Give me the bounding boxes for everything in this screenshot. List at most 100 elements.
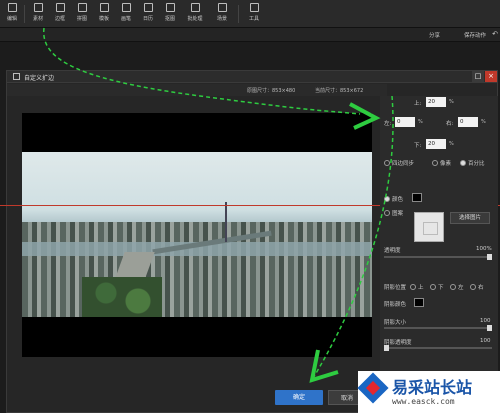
pixel-option[interactable]: 像素 bbox=[432, 159, 451, 167]
shadow-size-knob[interactable] bbox=[487, 325, 492, 331]
city-buildings bbox=[22, 222, 372, 317]
dialog-titlebar: 自定义扩边 □ × bbox=[7, 71, 497, 83]
shadow-right-option[interactable]: 右 bbox=[470, 283, 484, 291]
watermark-url: www.easck.com bbox=[392, 397, 455, 406]
shadow-right-checkbox[interactable] bbox=[470, 284, 476, 290]
maximize-button[interactable]: □ bbox=[472, 71, 484, 82]
shadow-size-value: 100 bbox=[480, 318, 491, 324]
left-input[interactable]: 0 bbox=[395, 117, 415, 127]
sync-checkbox[interactable] bbox=[384, 160, 390, 166]
settings-panel: 上: 20 % 左: 0 % 右: 0 % 下: 20 % 四边同步 像素 百分… bbox=[380, 96, 498, 413]
toolbar-brush[interactable]: 画笔 bbox=[116, 3, 136, 25]
scene-icon bbox=[217, 3, 227, 12]
toolbar-template-label: 模板 bbox=[98, 16, 109, 22]
preview-photo bbox=[22, 152, 372, 317]
image-label: 图案 bbox=[392, 211, 404, 217]
toolbar-batch[interactable]: 批处理 bbox=[182, 3, 208, 25]
shadow-down-label: 下 bbox=[438, 285, 444, 291]
secondary-bar bbox=[0, 28, 500, 42]
color-option[interactable]: 颜色 bbox=[384, 195, 403, 203]
shadow-up-option[interactable]: 上 bbox=[410, 283, 424, 291]
right-input[interactable]: 0 bbox=[458, 117, 478, 127]
toolbar-scene[interactable]: 场景 bbox=[212, 3, 232, 25]
sync-option[interactable]: 四边同步 bbox=[384, 159, 414, 167]
image-thumbnail bbox=[414, 212, 444, 242]
toolbar-calendar[interactable]: 日历 bbox=[138, 3, 158, 25]
toolbar-tools-label: 工具 bbox=[248, 16, 259, 22]
color-label: 颜色 bbox=[392, 197, 404, 203]
pick-image-button[interactable]: 选择图片 bbox=[450, 212, 490, 224]
right-unit: % bbox=[481, 119, 486, 125]
border-icon bbox=[55, 3, 65, 12]
bottom-unit: % bbox=[449, 141, 454, 147]
batch-icon bbox=[190, 3, 200, 12]
watermark-name: 易采站长站 bbox=[392, 378, 473, 397]
cutout-icon bbox=[165, 3, 175, 12]
shadow-position-label: 阴影位置 bbox=[384, 285, 407, 291]
brush-icon bbox=[121, 3, 131, 12]
easck-logo bbox=[357, 372, 389, 404]
percent-radio[interactable] bbox=[460, 160, 466, 166]
toolbar-material[interactable]: 素材 bbox=[28, 3, 48, 25]
main-toolbar: 编辑 素材 边框 拼图 模板 画笔 日历 抠图 批处理 场景 工具 bbox=[0, 0, 500, 28]
toolbar-collage[interactable]: 拼图 bbox=[72, 3, 92, 25]
image-radio[interactable] bbox=[384, 210, 390, 216]
shadow-down-checkbox[interactable] bbox=[430, 284, 436, 290]
close-button[interactable]: × bbox=[485, 71, 497, 82]
shadow-opacity-knob[interactable] bbox=[384, 345, 389, 351]
shadow-left-option[interactable]: 左 bbox=[450, 283, 464, 291]
color-swatch[interactable] bbox=[412, 193, 422, 202]
dialog-title-icon bbox=[13, 73, 20, 80]
shadow-color-swatch[interactable] bbox=[414, 298, 424, 307]
dialog-title: 自定义扩边 bbox=[24, 75, 55, 82]
material-icon bbox=[33, 3, 43, 12]
toolbar-collage-label: 拼图 bbox=[76, 16, 87, 22]
opacity-slider[interactable] bbox=[384, 254, 492, 260]
top-label: 上: bbox=[414, 101, 422, 107]
shadow-left-checkbox[interactable] bbox=[450, 284, 456, 290]
opacity-slider-knob[interactable] bbox=[487, 254, 492, 260]
preview-canvas[interactable] bbox=[22, 113, 372, 357]
share-button[interactable]: 分享 bbox=[429, 31, 440, 39]
edit-icon bbox=[7, 3, 17, 12]
toolbar-border-label: 边框 bbox=[54, 16, 65, 22]
shadow-right-label: 右 bbox=[478, 285, 484, 291]
pixel-radio[interactable] bbox=[432, 160, 438, 166]
toolbar-edit[interactable]: 编辑 bbox=[2, 3, 22, 25]
pixel-label: 像素 bbox=[440, 161, 452, 167]
toolbar-tools[interactable]: 工具 bbox=[244, 3, 264, 25]
right-label: 右: bbox=[446, 121, 454, 127]
app-window: 编辑 素材 边框 拼图 模板 画笔 日历 抠图 批处理 场景 工具 分享 保存动… bbox=[0, 0, 500, 413]
shadow-size-label: 阴影大小 bbox=[384, 320, 407, 326]
color-radio[interactable] bbox=[384, 196, 390, 202]
template-icon bbox=[99, 3, 109, 12]
toolbar-cutout[interactable]: 抠图 bbox=[160, 3, 180, 25]
left-unit: % bbox=[418, 119, 423, 125]
shadow-left-label: 左 bbox=[458, 285, 464, 291]
shadow-opacity-slider[interactable] bbox=[384, 345, 492, 351]
toolbar-border[interactable]: 边框 bbox=[50, 3, 70, 25]
toolbar-divider bbox=[238, 5, 239, 23]
toolbar-batch-label: 批处理 bbox=[187, 16, 203, 22]
shadow-up-checkbox[interactable] bbox=[410, 284, 416, 290]
bottom-label: 下: bbox=[414, 143, 422, 149]
shadow-size-slider[interactable] bbox=[384, 325, 492, 331]
save-action-button[interactable]: 保存动作 bbox=[464, 31, 486, 39]
collage-icon bbox=[77, 3, 87, 12]
undo-icon[interactable]: ↶ bbox=[492, 30, 498, 38]
toolbar-template[interactable]: 模板 bbox=[94, 3, 114, 25]
watermark: 易采站长站 www.easck.com bbox=[357, 371, 500, 413]
opacity-label: 透明度 bbox=[384, 248, 401, 254]
percent-label: 百分比 bbox=[468, 161, 485, 167]
trees bbox=[82, 277, 162, 317]
confirm-button[interactable]: 确定 bbox=[275, 390, 323, 405]
percent-option[interactable]: 百分比 bbox=[460, 159, 485, 167]
shadow-down-option[interactable]: 下 bbox=[430, 283, 444, 291]
bottom-input[interactable]: 20 bbox=[426, 139, 446, 149]
current-size: 当前尺寸：853×672 bbox=[315, 88, 364, 94]
image-option[interactable]: 图案 bbox=[384, 209, 403, 217]
shadow-opacity-value: 100 bbox=[480, 338, 491, 344]
opacity-value: 100% bbox=[476, 246, 492, 252]
top-unit: % bbox=[449, 99, 454, 105]
top-input[interactable]: 20 bbox=[426, 97, 446, 107]
